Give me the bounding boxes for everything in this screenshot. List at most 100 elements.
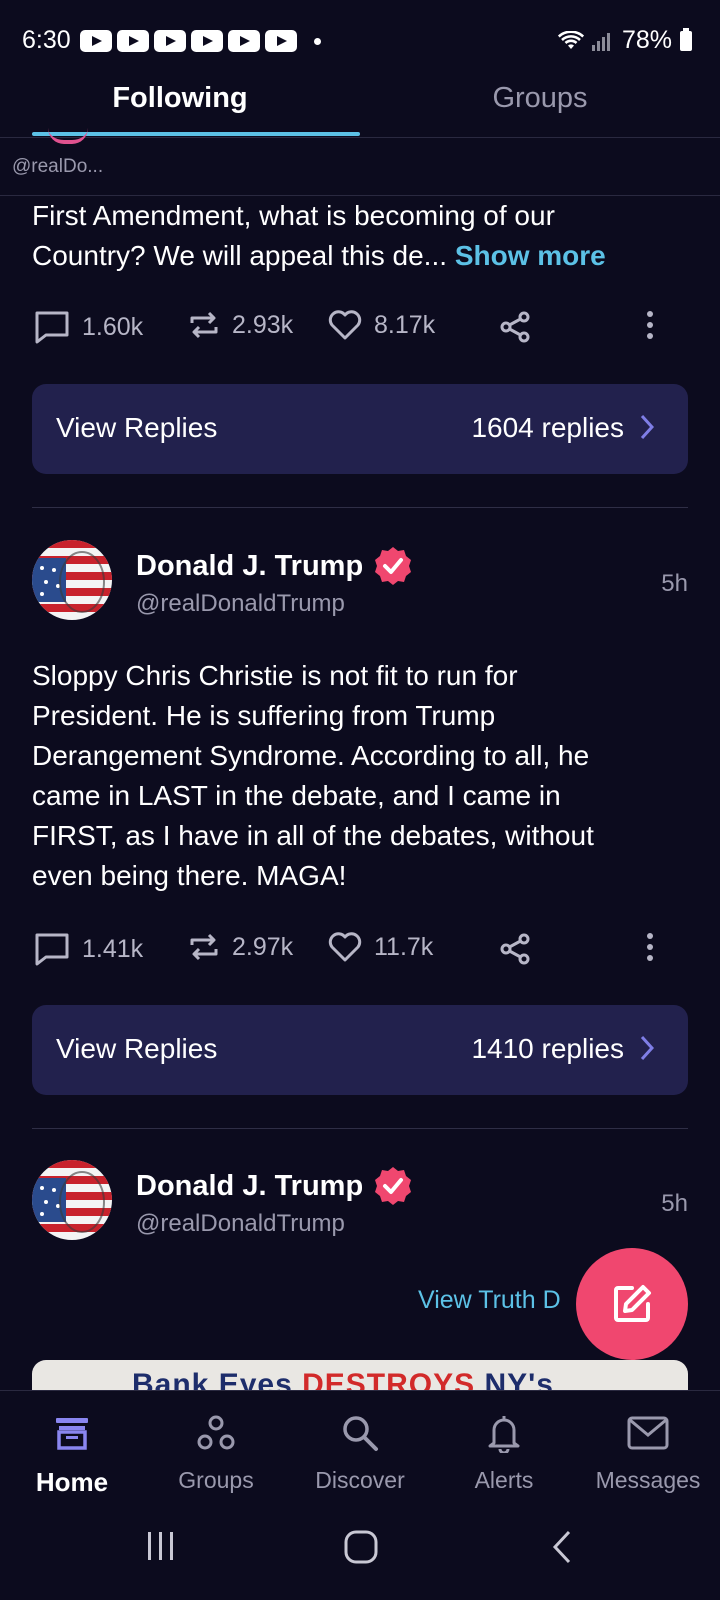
home-truth-icon [56, 1418, 88, 1450]
post-text: Sloppy Chris Christie is not fit to run … [32, 656, 692, 896]
retruth-icon [190, 311, 218, 339]
compose-edit-icon [614, 1285, 651, 1322]
author-name: Donald J. Trump [136, 1169, 364, 1202]
like-button[interactable]: 8.17k [328, 310, 435, 340]
battery-level: 78% [621, 26, 672, 54]
heart-icon [328, 932, 362, 962]
flag-portrait-avatar-icon [32, 540, 112, 620]
notification-icons [80, 30, 321, 52]
bottom-navigation: Home Groups Discover Alerts Messages [0, 1390, 720, 1500]
post-time: 5h [661, 570, 688, 597]
view-truth-details-link[interactable]: View Truth D [418, 1286, 561, 1315]
post-image[interactable]: Bank Eyes DESTROYS NY's [32, 1360, 688, 1390]
author-name-row: Donald J. Trump [136, 546, 413, 586]
feed-tabs: Following Groups [0, 80, 720, 138]
youtube-notification-icon [191, 30, 223, 52]
status-bar: 6:30 78% [0, 0, 720, 80]
like-count: 11.7k [374, 932, 434, 961]
chevron-right-icon [640, 414, 654, 440]
post-text-line: Sloppy Chris Christie is not fit to run … [32, 660, 518, 691]
reply-count: 1.60k [82, 312, 144, 341]
post-author[interactable]: Donald J. Trump @realDonaldTrump 5h [32, 1160, 688, 1250]
nav-home[interactable]: Home [0, 1413, 144, 1498]
more-options-button[interactable] [644, 310, 656, 340]
nav-label: Alerts [474, 1467, 534, 1493]
avatar[interactable] [32, 540, 112, 620]
groups-icon [197, 1415, 235, 1450]
chevron-right-icon [640, 1035, 654, 1061]
show-more-link[interactable]: Show more [455, 240, 606, 271]
author-name: Donald J. Trump [136, 549, 364, 582]
battery-icon [680, 27, 692, 51]
more-vertical-icon [647, 933, 653, 961]
headline-part: DESTROYS [302, 1368, 476, 1390]
back-icon[interactable] [552, 1530, 572, 1564]
verified-badge-icon [375, 547, 412, 585]
wifi-icon [557, 30, 584, 49]
compose-button[interactable] [576, 1248, 688, 1360]
post-author[interactable]: Donald J. Trump @realDonaldTrump 5h [32, 540, 688, 630]
retruth-icon [190, 933, 218, 961]
share-button[interactable] [498, 932, 532, 966]
view-replies-button[interactable]: View Replies 1410 replies [32, 1005, 688, 1095]
youtube-notification-icon [265, 30, 297, 52]
post-text-line: First Amendment, what is becoming of our [32, 200, 555, 231]
author-handle: @realDonaldTrump [136, 590, 345, 617]
status-right: 78% [557, 26, 692, 55]
system-navigation-bar [0, 1500, 720, 1600]
collapsed-author-bar[interactable]: @realDo... [0, 138, 720, 196]
share-button[interactable] [498, 310, 532, 344]
post-image-headline: Bank Eyes DESTROYS NY's [132, 1368, 554, 1390]
nav-alerts[interactable]: Alerts [432, 1413, 576, 1494]
status-time: 6:30 [22, 26, 71, 54]
retruth-button[interactable]: 2.93k [188, 310, 293, 340]
replies-total: 1410 replies [471, 1033, 624, 1064]
heart-icon [328, 310, 362, 340]
nav-groups[interactable]: Groups [144, 1413, 288, 1494]
nav-label: Groups [178, 1467, 254, 1493]
like-button[interactable]: 11.7k [328, 932, 433, 962]
reply-button[interactable]: 1.41k [34, 932, 143, 966]
author-handle: @realDo... [12, 156, 104, 177]
nav-messages[interactable]: Messages [576, 1413, 720, 1494]
post-text: First Amendment, what is becoming of our… [32, 196, 692, 276]
retruth-button[interactable]: 2.97k [188, 932, 293, 962]
flag-portrait-avatar-icon [32, 1160, 112, 1240]
post-text-line: even being there. MAGA! [32, 860, 347, 891]
youtube-notification-icon [117, 30, 149, 52]
verified-badge-icon [375, 1167, 412, 1205]
post-text-line: Country? We will appeal this de... [32, 240, 448, 271]
view-replies-button[interactable]: View Replies 1604 replies [32, 384, 688, 474]
more-options-button[interactable] [644, 932, 656, 962]
reply-button[interactable]: 1.60k [34, 310, 143, 344]
signal-icon [591, 32, 610, 51]
replies-total: 1604 replies [471, 412, 624, 443]
post-text-line: President. He is suffering from Trump [32, 700, 496, 731]
youtube-notification-icon [80, 30, 112, 52]
view-replies-label: View Replies [56, 1033, 218, 1064]
home-button-icon[interactable] [344, 1530, 378, 1564]
view-replies-label: View Replies [56, 412, 218, 443]
more-notifications-dot [314, 37, 321, 45]
youtube-notification-icon [154, 30, 186, 52]
author-handle: @realDonaldTrump [136, 1210, 345, 1237]
nav-label: Home [35, 1467, 109, 1497]
headline-part: NY's [475, 1368, 554, 1390]
mail-icon [627, 1416, 669, 1450]
post-text-line: FIRST, as I have in all of the debates, … [32, 820, 594, 851]
share-icon [500, 311, 530, 343]
post-divider [32, 507, 688, 508]
reply-count: 1.41k [82, 934, 144, 963]
post-text-line: Derangement Syndrome. According to all, … [32, 740, 590, 771]
recent-apps-icon[interactable] [146, 1530, 176, 1562]
tab-following[interactable]: Following [16, 82, 344, 115]
more-vertical-icon [647, 311, 653, 339]
headline-part: Bank Eyes [132, 1368, 303, 1390]
avatar[interactable] [32, 1160, 112, 1240]
nav-discover[interactable]: Discover [288, 1413, 432, 1494]
tab-groups[interactable]: Groups [360, 82, 720, 115]
like-count: 8.17k [374, 310, 436, 339]
share-icon [500, 933, 530, 965]
retruth-count: 2.97k [232, 932, 294, 961]
author-name-row: Donald J. Trump [136, 1166, 413, 1206]
